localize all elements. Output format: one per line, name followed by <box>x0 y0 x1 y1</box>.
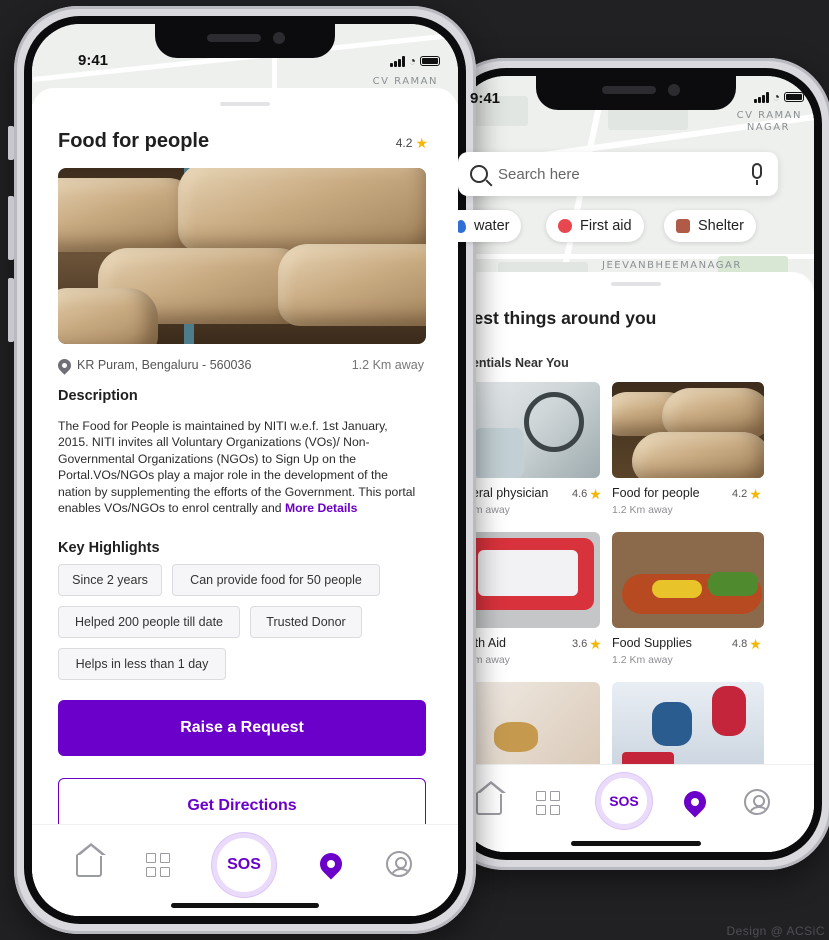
map-pin-icon <box>315 848 347 880</box>
nav-categories[interactable] <box>146 853 170 877</box>
page-title: Food for people <box>58 130 210 152</box>
search-placeholder: Search here <box>498 165 580 183</box>
vegetables-image <box>612 532 764 628</box>
highlight-chip: Since 2 years <box>58 564 162 596</box>
bottom-nav: SOS <box>458 764 814 852</box>
star-icon: ★ <box>749 636 762 652</box>
section-title: atest things around you <box>458 308 657 328</box>
filter-label: Shelter <box>698 218 744 234</box>
grid-icon <box>146 853 170 877</box>
sos-label: SOS <box>609 793 639 809</box>
food-sacks-image <box>58 168 426 344</box>
location: KR Puram, Bengaluru - 560036 <box>55 355 252 375</box>
card-distance: 1.2 Km away <box>612 504 673 516</box>
highlights-heading: Key Highlights <box>58 540 160 556</box>
raise-request-button[interactable]: Raise a Request <box>58 700 426 756</box>
filter-label: water <box>474 218 510 234</box>
filter-shelter[interactable]: Shelter <box>664 210 756 242</box>
highlight-chip: Can provide food for 50 people <box>172 564 380 596</box>
description: The Food for People is maintained by NIT… <box>58 418 420 516</box>
status-icons: ◔ <box>753 90 804 104</box>
map-label: NAGAR <box>746 122 790 133</box>
nav-map[interactable] <box>679 786 711 818</box>
card-name: Food Supplies <box>612 636 692 650</box>
search-icon <box>470 165 488 183</box>
map-label: CV RAMAN <box>736 110 802 121</box>
food-sacks-image <box>612 382 764 478</box>
water-drop-icon <box>458 219 466 233</box>
doctor-image <box>458 382 600 478</box>
card-rating: 4.8 <box>732 638 748 650</box>
status-icons: ◔ <box>389 54 440 68</box>
more-details-link[interactable]: More Details <box>285 501 357 515</box>
grid-icon <box>536 791 560 815</box>
home-indicator <box>171 903 319 908</box>
filter-first-aid[interactable]: First aid <box>546 210 644 242</box>
card-name: Food for people <box>612 486 700 500</box>
card-distance: 1.2 Km away <box>612 654 673 666</box>
status-time: 9:41 <box>470 90 501 107</box>
highlight-chip: Helped 200 people till date <box>58 606 240 638</box>
description-text: The Food for People is maintained by NIT… <box>58 419 416 516</box>
map-pin-icon <box>679 786 711 818</box>
profile-icon <box>744 789 770 815</box>
home-icon <box>476 781 506 815</box>
first-aid-kit-image <box>458 532 600 628</box>
card-rating: 4.6 <box>572 488 588 500</box>
home-indicator <box>571 841 701 846</box>
home-icon <box>76 843 106 877</box>
nav-home[interactable] <box>76 843 106 877</box>
design-credit: Design @ ACSiC <box>726 924 825 938</box>
first-aid-icon <box>558 219 572 233</box>
nav-sos-button[interactable]: SOS <box>212 833 276 897</box>
rating: 4.2 ★ <box>396 136 428 150</box>
card-rating: 3.6 <box>572 638 588 650</box>
nav-sos-button[interactable]: SOS <box>596 773 652 829</box>
right-phone: CV RAMAN NAGAR JEEVANBHEEMANAGAR 9:41 ◔ … <box>436 58 829 870</box>
filter-label: First aid <box>580 218 632 234</box>
map-label: JEEVANBHEEMANAGAR <box>602 260 742 271</box>
nav-profile[interactable] <box>386 851 412 877</box>
description-heading: Description <box>58 388 138 404</box>
nav-home[interactable] <box>476 781 506 815</box>
right-screen: CV RAMAN NAGAR JEEVANBHEEMANAGAR 9:41 ◔ … <box>458 76 814 852</box>
map-label: CV RAMAN <box>372 76 438 87</box>
sos-label: SOS <box>227 856 261 873</box>
star-icon: ★ <box>589 636 602 652</box>
bottom-nav: SOS <box>32 824 458 916</box>
nav-map[interactable] <box>315 848 347 880</box>
star-icon: ★ <box>589 486 602 502</box>
search-input[interactable]: Search here <box>458 152 778 196</box>
location-text: KR Puram, Bengaluru - 560036 <box>77 358 252 372</box>
rating-value: 4.2 <box>395 136 413 150</box>
shelter-icon <box>676 219 690 233</box>
location-pin-icon <box>55 355 74 375</box>
filter-water[interactable]: water <box>458 210 522 242</box>
card-rating: 4.2 <box>732 488 748 500</box>
nav-profile[interactable] <box>744 789 770 815</box>
nav-categories[interactable] <box>536 791 560 815</box>
distance: 1.2 Km away <box>351 358 424 372</box>
highlight-chip: Helps in less than 1 day <box>58 648 226 680</box>
profile-icon <box>386 851 412 877</box>
highlight-chip: Trusted Donor <box>250 606 362 638</box>
star-icon: ★ <box>415 135 428 151</box>
left-screen: CV RAMAN 9:41 ◔ Food for people 4.2 ★ KR… <box>32 24 458 916</box>
left-phone: CV RAMAN 9:41 ◔ Food for people 4.2 ★ KR… <box>8 6 476 934</box>
star-icon: ★ <box>749 486 762 502</box>
mic-icon[interactable] <box>752 163 762 185</box>
status-time: 9:41 <box>78 52 109 69</box>
